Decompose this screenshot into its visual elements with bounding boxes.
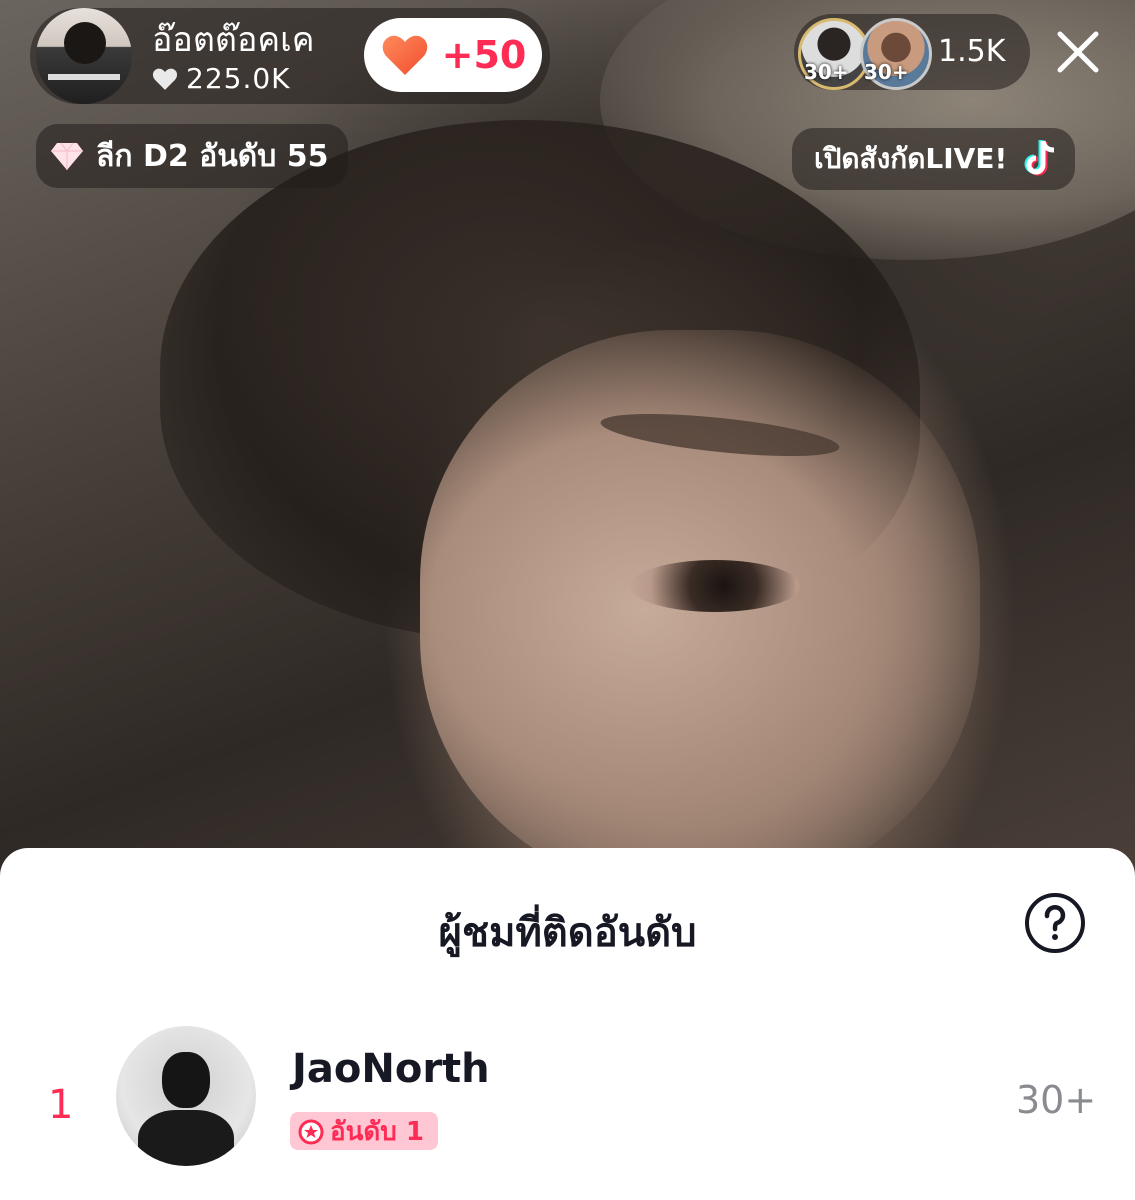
host-likes-count: 225.0K <box>186 62 291 95</box>
top-viewers-sheet: ผู้ชมที่ติดอันดับ 1 JaoNorth อันดับ 1 30… <box>0 848 1135 1200</box>
heart-icon <box>382 35 427 75</box>
tiktok-icon <box>1024 140 1055 176</box>
help-icon[interactable] <box>1024 892 1086 954</box>
viewer-score: 30+ <box>1016 1078 1097 1122</box>
follow-like-button[interactable]: +50 <box>364 18 542 92</box>
subscribe-live-button[interactable]: เปิดสังกัดLIVE! <box>792 128 1076 190</box>
host-name: อ๊อตต๊อคเค <box>152 20 315 60</box>
close-icon[interactable] <box>1052 26 1104 78</box>
rank-badge: อันดับ 1 <box>290 1112 438 1150</box>
sheet-title: ผู้ชมที่ติดอันดับ <box>438 910 697 956</box>
plus-count: +50 <box>441 33 527 77</box>
diamond-icon <box>51 142 83 170</box>
avatar[interactable] <box>116 1026 256 1166</box>
viewer-badge-1: 30+ <box>804 60 849 84</box>
host-avatar[interactable] <box>36 8 132 104</box>
heart-icon <box>152 68 178 90</box>
league-label: ลีก D2 อันดับ 55 <box>96 138 329 174</box>
video-eye-shape <box>630 560 800 612</box>
viewer-badge-2: 30+ <box>864 60 909 84</box>
rank-number: 1 <box>48 1082 74 1128</box>
subscribe-label: เปิดสังกัดLIVE! <box>814 142 1008 175</box>
list-item[interactable]: 1 JaoNorth อันดับ 1 30+ <box>0 1026 1135 1176</box>
league-badge[interactable]: ลีก D2 อันดับ 55 <box>36 124 349 188</box>
medal-icon <box>298 1119 324 1145</box>
host-likes: 225.0K <box>152 62 291 95</box>
username: JaoNorth <box>292 1046 490 1092</box>
rank-badge-label: อันดับ 1 <box>330 1116 424 1147</box>
viewer-count[interactable]: 1.5K <box>938 34 1005 69</box>
